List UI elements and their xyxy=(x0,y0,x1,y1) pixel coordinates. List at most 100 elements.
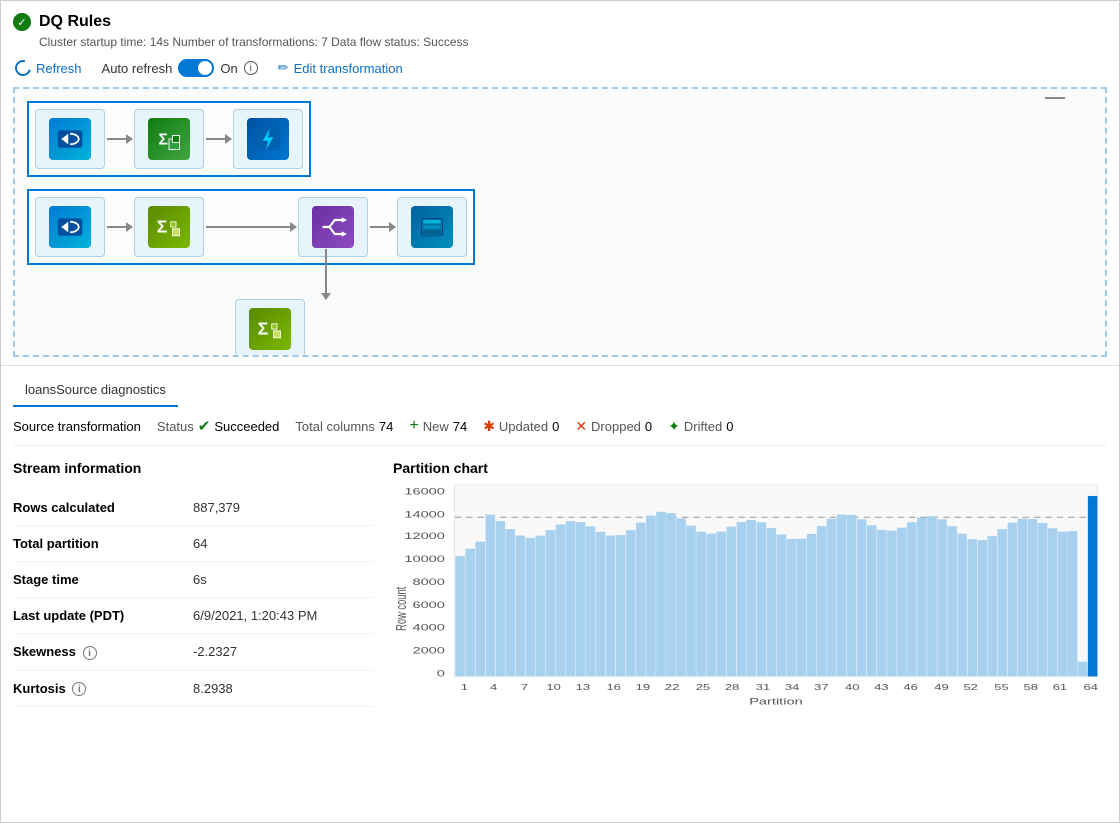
arrow-4 xyxy=(370,226,395,228)
auto-refresh-label: Auto refresh xyxy=(102,61,173,76)
drifted-item: ✦ Drifted 0 xyxy=(668,418,733,435)
svg-text:43: 43 xyxy=(874,683,888,692)
svg-text:46: 46 xyxy=(903,683,917,692)
source-transform-label: Source transformation xyxy=(13,419,141,434)
svg-text:61: 61 xyxy=(1053,683,1067,692)
dropped-item: ✕ Dropped 0 xyxy=(575,418,652,435)
new-dot: + xyxy=(409,417,418,435)
svg-text:64: 64 xyxy=(1084,683,1098,692)
kurtosis-info-icon[interactable]: i xyxy=(72,682,86,696)
stats-bar: Source transformation Status ✔ Succeeded… xyxy=(13,407,1107,446)
svg-text:13: 13 xyxy=(576,683,590,692)
svg-text:16: 16 xyxy=(606,683,620,692)
svg-text:12000: 12000 xyxy=(404,531,445,542)
diagnostics-tab[interactable]: loansSource diagnostics xyxy=(13,374,178,407)
svg-text:25: 25 xyxy=(696,683,710,692)
svg-text:28: 28 xyxy=(725,683,739,692)
page-title: DQ Rules xyxy=(39,13,111,31)
svg-text:22: 22 xyxy=(665,683,679,692)
on-label: On xyxy=(220,61,237,76)
partition-chart: 16000 14000 12000 10000 8000 6000 4000 2… xyxy=(393,484,1107,744)
flow-node-aggregate[interactable]: Σ xyxy=(134,197,204,257)
svg-text:6000: 6000 xyxy=(412,599,445,610)
info-row-stage-time: Stage time 6s xyxy=(13,562,373,598)
svg-text:14000: 14000 xyxy=(404,509,445,520)
chart-panel: Partition chart 16000 14000 12000 10000 … xyxy=(393,460,1107,810)
chart-title: Partition chart xyxy=(393,460,1107,476)
svg-text:34: 34 xyxy=(785,683,799,692)
svg-text:49: 49 xyxy=(934,683,948,692)
flow-node-sink[interactable] xyxy=(397,197,467,257)
stream-info-title: Stream information xyxy=(13,460,373,476)
svg-text:10: 10 xyxy=(546,683,560,692)
flow-node-source1[interactable] xyxy=(35,109,105,169)
transform-icon: Σ xyxy=(148,118,190,160)
svg-text:2000: 2000 xyxy=(412,645,445,656)
updated-item: ✱ Updated 0 xyxy=(483,418,559,435)
svg-text:0: 0 xyxy=(437,668,445,679)
svg-text:1: 1 xyxy=(461,683,468,692)
svg-text:4000: 4000 xyxy=(412,622,445,633)
success-icon: ✓ xyxy=(13,13,31,31)
svg-text:8000: 8000 xyxy=(412,576,445,587)
flow-node-transform1[interactable]: Σ xyxy=(134,109,204,169)
diagnostics-tab-bar: loansSource diagnostics xyxy=(13,374,1107,407)
skewness-info-icon[interactable]: i xyxy=(83,646,97,660)
info-row-kurtosis: Kurtosis i 8.2938 xyxy=(13,671,373,708)
svg-text:7: 7 xyxy=(521,683,528,692)
svg-text:16000: 16000 xyxy=(404,486,445,497)
svg-text:4: 4 xyxy=(490,683,497,692)
sink-icon xyxy=(411,206,453,248)
flow-row-1: Σ xyxy=(27,101,311,177)
flow-node-aggregate2[interactable]: Σ xyxy=(235,299,305,357)
svg-text:19: 19 xyxy=(636,683,650,692)
flow-row-2: Σ xyxy=(27,189,475,265)
svg-text:Σ: Σ xyxy=(159,131,168,148)
source-icon xyxy=(49,118,91,160)
auto-refresh-group: Auto refresh On i xyxy=(102,59,258,77)
wide-arrow-1 xyxy=(206,226,296,228)
status-item: Status ✔ Succeeded xyxy=(157,417,280,435)
info-row-skewness: Skewness i -2.2327 xyxy=(13,634,373,671)
svg-text:37: 37 xyxy=(814,683,828,692)
flow-row-3: Σ xyxy=(235,299,305,357)
svg-text:10000: 10000 xyxy=(404,554,445,565)
divider xyxy=(1,365,1119,366)
auto-refresh-toggle[interactable] xyxy=(178,59,214,77)
svg-text:Row count: Row count xyxy=(393,586,410,631)
split-icon xyxy=(312,206,354,248)
check-icon: ✔ xyxy=(198,417,211,435)
edit-transformation-button[interactable]: ✏ Edit transformation xyxy=(278,60,403,76)
stream-info-panel: Stream information Rows calculated 887,3… xyxy=(13,460,373,810)
chart-wrapper: 16000 14000 12000 10000 8000 6000 4000 2… xyxy=(393,484,1107,744)
subtitle: Cluster startup time: 14s Number of tran… xyxy=(13,35,1107,49)
flow-node-bolt[interactable] xyxy=(233,109,303,169)
flow-canvas: Σ xyxy=(13,87,1107,357)
info-table: Rows calculated 887,379 Total partition … xyxy=(13,490,373,707)
arrow-2 xyxy=(206,138,231,140)
content-area: Stream information Rows calculated 887,3… xyxy=(13,460,1107,810)
drifted-dot: ✦ xyxy=(668,418,680,435)
mini-indicator xyxy=(1045,97,1065,99)
svg-text:Σ: Σ xyxy=(157,216,168,236)
info-row-rows-calculated: Rows calculated 887,379 xyxy=(13,490,373,526)
refresh-label: Refresh xyxy=(36,61,82,76)
refresh-icon xyxy=(12,57,34,79)
svg-text:58: 58 xyxy=(1024,683,1038,692)
svg-text:55: 55 xyxy=(994,683,1008,692)
svg-text:40: 40 xyxy=(845,683,859,692)
svg-text:Partition: Partition xyxy=(749,696,803,707)
bolt-icon xyxy=(247,118,289,160)
flow-node-split[interactable] xyxy=(298,197,368,257)
svg-text:52: 52 xyxy=(963,683,977,692)
info-row-last-update: Last update (PDT) 6/9/2021, 1:20:43 PM xyxy=(13,598,373,634)
down-connector xyxy=(325,249,327,299)
pencil-icon: ✏ xyxy=(278,60,289,76)
source2-icon xyxy=(49,206,91,248)
refresh-button[interactable]: Refresh xyxy=(15,60,82,76)
updated-dot: ✱ xyxy=(483,418,495,435)
flow-node-source2[interactable] xyxy=(35,197,105,257)
edit-transform-label: Edit transformation xyxy=(294,61,403,76)
dropped-dot: ✕ xyxy=(575,418,587,435)
arrow-3 xyxy=(107,226,132,228)
